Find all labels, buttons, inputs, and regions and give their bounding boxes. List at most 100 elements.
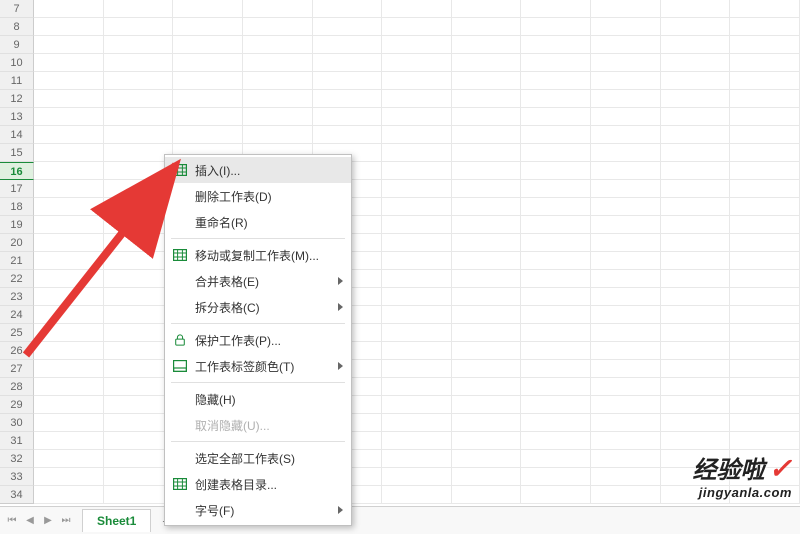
sheet-tab-active[interactable]: Sheet1	[82, 509, 151, 532]
menu-item[interactable]: 字号(F)	[165, 497, 351, 523]
row-header[interactable]: 32	[0, 450, 34, 468]
cell[interactable]	[661, 72, 731, 89]
cell[interactable]	[730, 198, 800, 215]
cell[interactable]	[452, 90, 522, 107]
row-header[interactable]: 23	[0, 288, 34, 306]
cell[interactable]	[104, 306, 174, 323]
cell[interactable]	[382, 378, 452, 395]
cell[interactable]	[34, 72, 104, 89]
row-header[interactable]: 13	[0, 108, 34, 126]
cell[interactable]	[382, 54, 452, 71]
menu-item[interactable]: 隐藏(H)	[165, 386, 351, 412]
cell[interactable]	[382, 360, 452, 377]
cell[interactable]	[452, 468, 522, 485]
cell[interactable]	[730, 342, 800, 359]
tab-nav-last-icon[interactable]: ⏭	[58, 513, 74, 529]
cell[interactable]	[313, 54, 383, 71]
cell[interactable]	[730, 378, 800, 395]
cell[interactable]	[661, 288, 731, 305]
cell[interactable]	[34, 162, 104, 179]
cell[interactable]	[452, 54, 522, 71]
row-header[interactable]: 26	[0, 342, 34, 360]
cell[interactable]	[382, 342, 452, 359]
cell[interactable]	[521, 306, 591, 323]
cell[interactable]	[104, 432, 174, 449]
cell[interactable]	[382, 0, 452, 17]
cell[interactable]	[730, 18, 800, 35]
cell[interactable]	[730, 0, 800, 17]
cell[interactable]	[452, 432, 522, 449]
cell[interactable]	[34, 216, 104, 233]
cell[interactable]	[521, 108, 591, 125]
cell[interactable]	[452, 0, 522, 17]
cell[interactable]	[521, 126, 591, 143]
cell[interactable]	[243, 72, 313, 89]
cell[interactable]	[34, 108, 104, 125]
cell[interactable]	[382, 180, 452, 197]
cell[interactable]	[730, 234, 800, 251]
cell[interactable]	[382, 126, 452, 143]
cell[interactable]	[452, 378, 522, 395]
cell[interactable]	[591, 108, 661, 125]
cell[interactable]	[104, 36, 174, 53]
cell[interactable]	[104, 0, 174, 17]
row-header[interactable]: 30	[0, 414, 34, 432]
cell[interactable]	[452, 396, 522, 413]
cell[interactable]	[591, 252, 661, 269]
cell[interactable]	[34, 288, 104, 305]
cell[interactable]	[661, 360, 731, 377]
cell[interactable]	[661, 54, 731, 71]
cell[interactable]	[243, 36, 313, 53]
cell[interactable]	[104, 450, 174, 467]
cell[interactable]	[521, 378, 591, 395]
cell[interactable]	[34, 198, 104, 215]
cell[interactable]	[591, 18, 661, 35]
cell[interactable]	[730, 72, 800, 89]
cell[interactable]	[452, 486, 522, 503]
menu-item[interactable]: 删除工作表(D)	[165, 183, 351, 209]
cell[interactable]	[591, 378, 661, 395]
cell[interactable]	[661, 378, 731, 395]
cell[interactable]	[521, 162, 591, 179]
cell[interactable]	[591, 216, 661, 233]
cell[interactable]	[173, 126, 243, 143]
cell[interactable]	[730, 36, 800, 53]
cell[interactable]	[521, 252, 591, 269]
cell[interactable]	[34, 306, 104, 323]
cell[interactable]	[104, 360, 174, 377]
cell[interactable]	[104, 216, 174, 233]
cell[interactable]	[34, 270, 104, 287]
cell[interactable]	[591, 450, 661, 467]
cell[interactable]	[382, 216, 452, 233]
cell[interactable]	[661, 198, 731, 215]
cell[interactable]	[452, 162, 522, 179]
cell[interactable]	[34, 234, 104, 251]
cell[interactable]	[591, 342, 661, 359]
cell[interactable]	[313, 36, 383, 53]
cell[interactable]	[521, 324, 591, 341]
cell[interactable]	[521, 72, 591, 89]
cell[interactable]	[591, 270, 661, 287]
cell[interactable]	[591, 0, 661, 17]
cell[interactable]	[452, 180, 522, 197]
cell[interactable]	[591, 198, 661, 215]
cell[interactable]	[313, 108, 383, 125]
tab-nav-prev-icon[interactable]: ◀	[22, 513, 38, 529]
cell[interactable]	[104, 324, 174, 341]
cell[interactable]	[661, 324, 731, 341]
menu-item[interactable]: 选定全部工作表(S)	[165, 445, 351, 471]
row-header[interactable]: 29	[0, 396, 34, 414]
cell[interactable]	[591, 288, 661, 305]
cell[interactable]	[34, 0, 104, 17]
cell[interactable]	[591, 432, 661, 449]
menu-item[interactable]: 工作表标签颜色(T)	[165, 353, 351, 379]
cell[interactable]	[313, 18, 383, 35]
cell[interactable]	[661, 90, 731, 107]
cell[interactable]	[34, 486, 104, 503]
cell[interactable]	[34, 252, 104, 269]
cell[interactable]	[730, 216, 800, 233]
cell[interactable]	[104, 18, 174, 35]
cell[interactable]	[452, 360, 522, 377]
cell[interactable]	[382, 486, 452, 503]
cell[interactable]	[591, 360, 661, 377]
